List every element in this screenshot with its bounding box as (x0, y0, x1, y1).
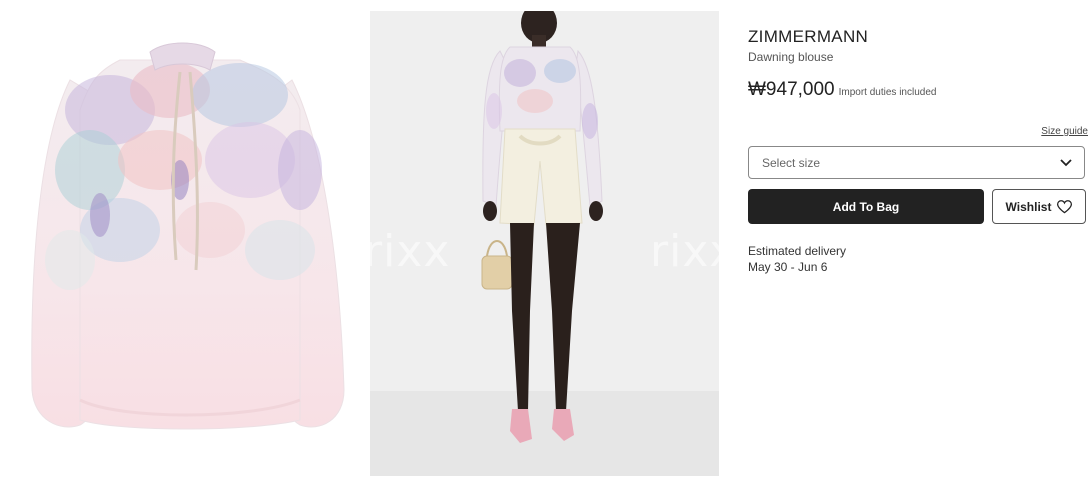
watermark-right: rixx (650, 226, 737, 277)
wishlist-label: Wishlist (1005, 199, 1052, 214)
delivery-dates: May 30 - Jun 6 (748, 260, 828, 274)
add-to-bag-button[interactable]: Add To Bag (748, 189, 984, 224)
size-select[interactable]: Select size (748, 146, 1085, 179)
product-name: Dawning blouse (748, 50, 834, 64)
estimated-delivery: Estimated delivery May 30 - Jun 6 (748, 243, 1088, 275)
product-info-panel: ZIMMERMANN Dawning blouse ₩947,000 Impor… (748, 26, 1088, 275)
size-guide-link[interactable]: Size guide (1041, 126, 1088, 137)
blouse-illustration (31, 42, 345, 430)
price-row: ₩947,000 Import duties included (748, 79, 1088, 101)
watermark-left: rixx (364, 226, 451, 277)
product-image-main[interactable] (0, 0, 362, 482)
brand-name[interactable]: ZIMMERMANN (748, 26, 1088, 48)
size-select-placeholder: Select size (762, 155, 821, 170)
size-guide-row: Size guide (748, 121, 1088, 139)
duties-note: Import duties included (838, 87, 937, 98)
heart-icon (1057, 199, 1073, 214)
wishlist-button[interactable]: Wishlist (992, 189, 1086, 224)
action-buttons: Add To Bag Wishlist (748, 189, 1088, 224)
delivery-label: Estimated delivery (748, 244, 847, 258)
chevron-down-icon (1060, 158, 1072, 167)
product-price: ₩947,000 (748, 79, 835, 100)
